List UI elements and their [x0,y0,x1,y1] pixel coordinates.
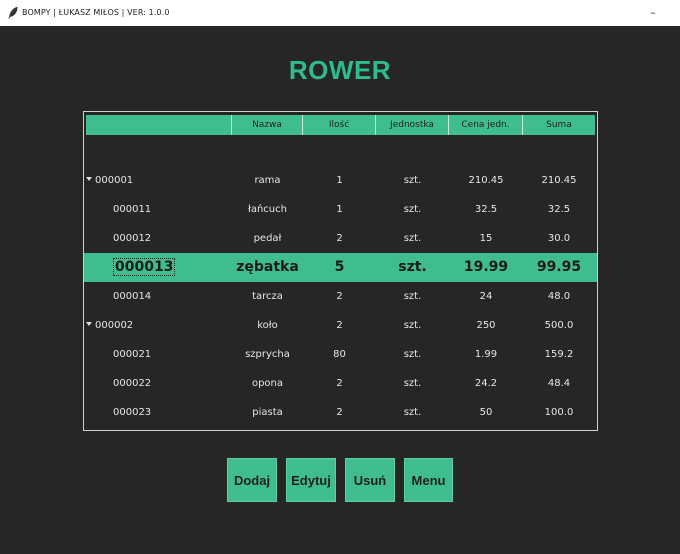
add-button[interactable]: Dodaj [227,458,277,502]
column-header-cena[interactable]: Cena jedn. [449,115,523,135]
table-row[interactable]: 000021 szprycha 80 szt. 1.99 159.2 [84,340,597,369]
row-price: 24 [479,291,493,302]
row-id: 000013 [113,258,176,276]
row-sum: 210.45 [541,175,577,186]
row-unit: szt. [403,291,422,302]
table-row[interactable]: 000011 łańcuch 1 szt. 32.5 32.5 [84,195,597,224]
page-title: ROWER [288,55,392,85]
row-name: łańcuch [248,204,287,215]
row-sum: 100.0 [544,407,574,418]
row-qty: 1 [336,175,343,186]
table-row[interactable]: 000022 opona 2 szt. 24.2 48.4 [84,369,597,398]
row-unit: szt. [403,378,422,389]
row-unit: szt. [403,320,422,331]
row-sum: 159.2 [544,349,574,360]
row-qty: 2 [336,291,343,302]
window-titlebar: BOMPY | ŁUKASZ MIŁOS | VER: 1.0.0 – [0,0,680,26]
minimize-button[interactable]: – [646,6,660,19]
row-id: 000023 [113,407,152,418]
column-header-tree[interactable] [86,115,232,135]
row-id: 000001 [95,175,134,186]
row-price: 24.2 [474,378,498,389]
row-unit: szt. [403,204,422,215]
row-id: 000022 [113,378,152,389]
row-name: tarcza [252,291,283,302]
row-name: rama [254,175,281,186]
table-row-selected[interactable]: 000013 zębatka 5 szt. 19.99 99.95 [84,253,597,282]
row-price: 210.45 [468,175,504,186]
row-name: piasta [252,407,283,418]
row-unit: szt. [403,233,422,244]
row-price: 1.99 [474,349,498,360]
feather-icon [8,6,18,19]
row-id: 000011 [113,204,152,215]
table-row[interactable]: 000002 koło 2 szt. 250 500.0 [84,311,597,340]
column-header-nazwa[interactable]: Nazwa [232,115,303,135]
row-sum: 99.95 [536,259,582,275]
row-name: zębatka [236,259,299,275]
row-qty: 1 [336,204,343,215]
table-row[interactable]: 000014 tarcza 2 szt. 24 48.0 [84,282,597,311]
row-qty: 5 [334,259,345,275]
table-row[interactable]: 000012 pedał 2 szt. 15 30.0 [84,224,597,253]
row-price: 32.5 [474,204,498,215]
table-header: Nazwa Ilość Jednostka Cena jedn. Suma [84,115,597,135]
table-row[interactable]: 000001 rama 1 szt. 210.45 210.45 [84,166,597,195]
row-unit: szt. [403,349,422,360]
row-unit: szt. [403,175,422,186]
row-qty: 2 [336,233,343,244]
row-sum: 48.4 [547,378,571,389]
row-id-cell: 000001 [86,166,232,195]
bom-table[interactable]: Nazwa Ilość Jednostka Cena jedn. Suma 00… [83,111,598,431]
row-sum: 48.0 [547,291,571,302]
row-id: 000012 [113,233,152,244]
row-name: opona [251,378,284,389]
row-name: koło [257,320,278,331]
row-unit: szt. [398,259,427,275]
row-name: pedał [253,233,282,244]
row-id-cell: 000013 [113,253,232,282]
edit-button[interactable]: Edytuj [286,458,336,502]
column-header-ilosc[interactable]: Ilość [303,115,376,135]
row-sum: 32.5 [547,204,571,215]
delete-button[interactable]: Usuń [345,458,395,502]
row-qty: 2 [336,320,343,331]
expand-arrow-icon[interactable] [86,177,92,181]
window-title: BOMPY | ŁUKASZ MIŁOS | VER: 1.0.0 [22,8,170,17]
menu-button[interactable]: Menu [404,458,453,502]
row-id: 000002 [95,320,134,331]
row-sum: 500.0 [544,320,574,331]
column-header-suma[interactable]: Suma [523,115,595,135]
row-id: 000014 [113,291,152,302]
main-window: ROWER Nazwa Ilość Jednostka Cena jedn. S… [0,26,680,554]
expand-arrow-icon[interactable] [86,322,92,326]
row-price: 15 [479,233,493,244]
row-price: 19.99 [463,259,509,275]
row-id-cell: 000002 [86,311,232,340]
row-unit: szt. [403,407,422,418]
row-name: szprycha [245,349,290,360]
row-price: 250 [476,320,496,331]
column-header-jednostka[interactable]: Jednostka [376,115,449,135]
row-qty: 80 [333,349,346,360]
table-row[interactable]: 000023 piasta 2 szt. 50 100.0 [84,398,597,427]
row-qty: 2 [336,378,343,389]
row-id: 000021 [113,349,152,360]
row-qty: 2 [336,407,343,418]
row-sum: 30.0 [547,233,571,244]
row-price: 50 [479,407,493,418]
